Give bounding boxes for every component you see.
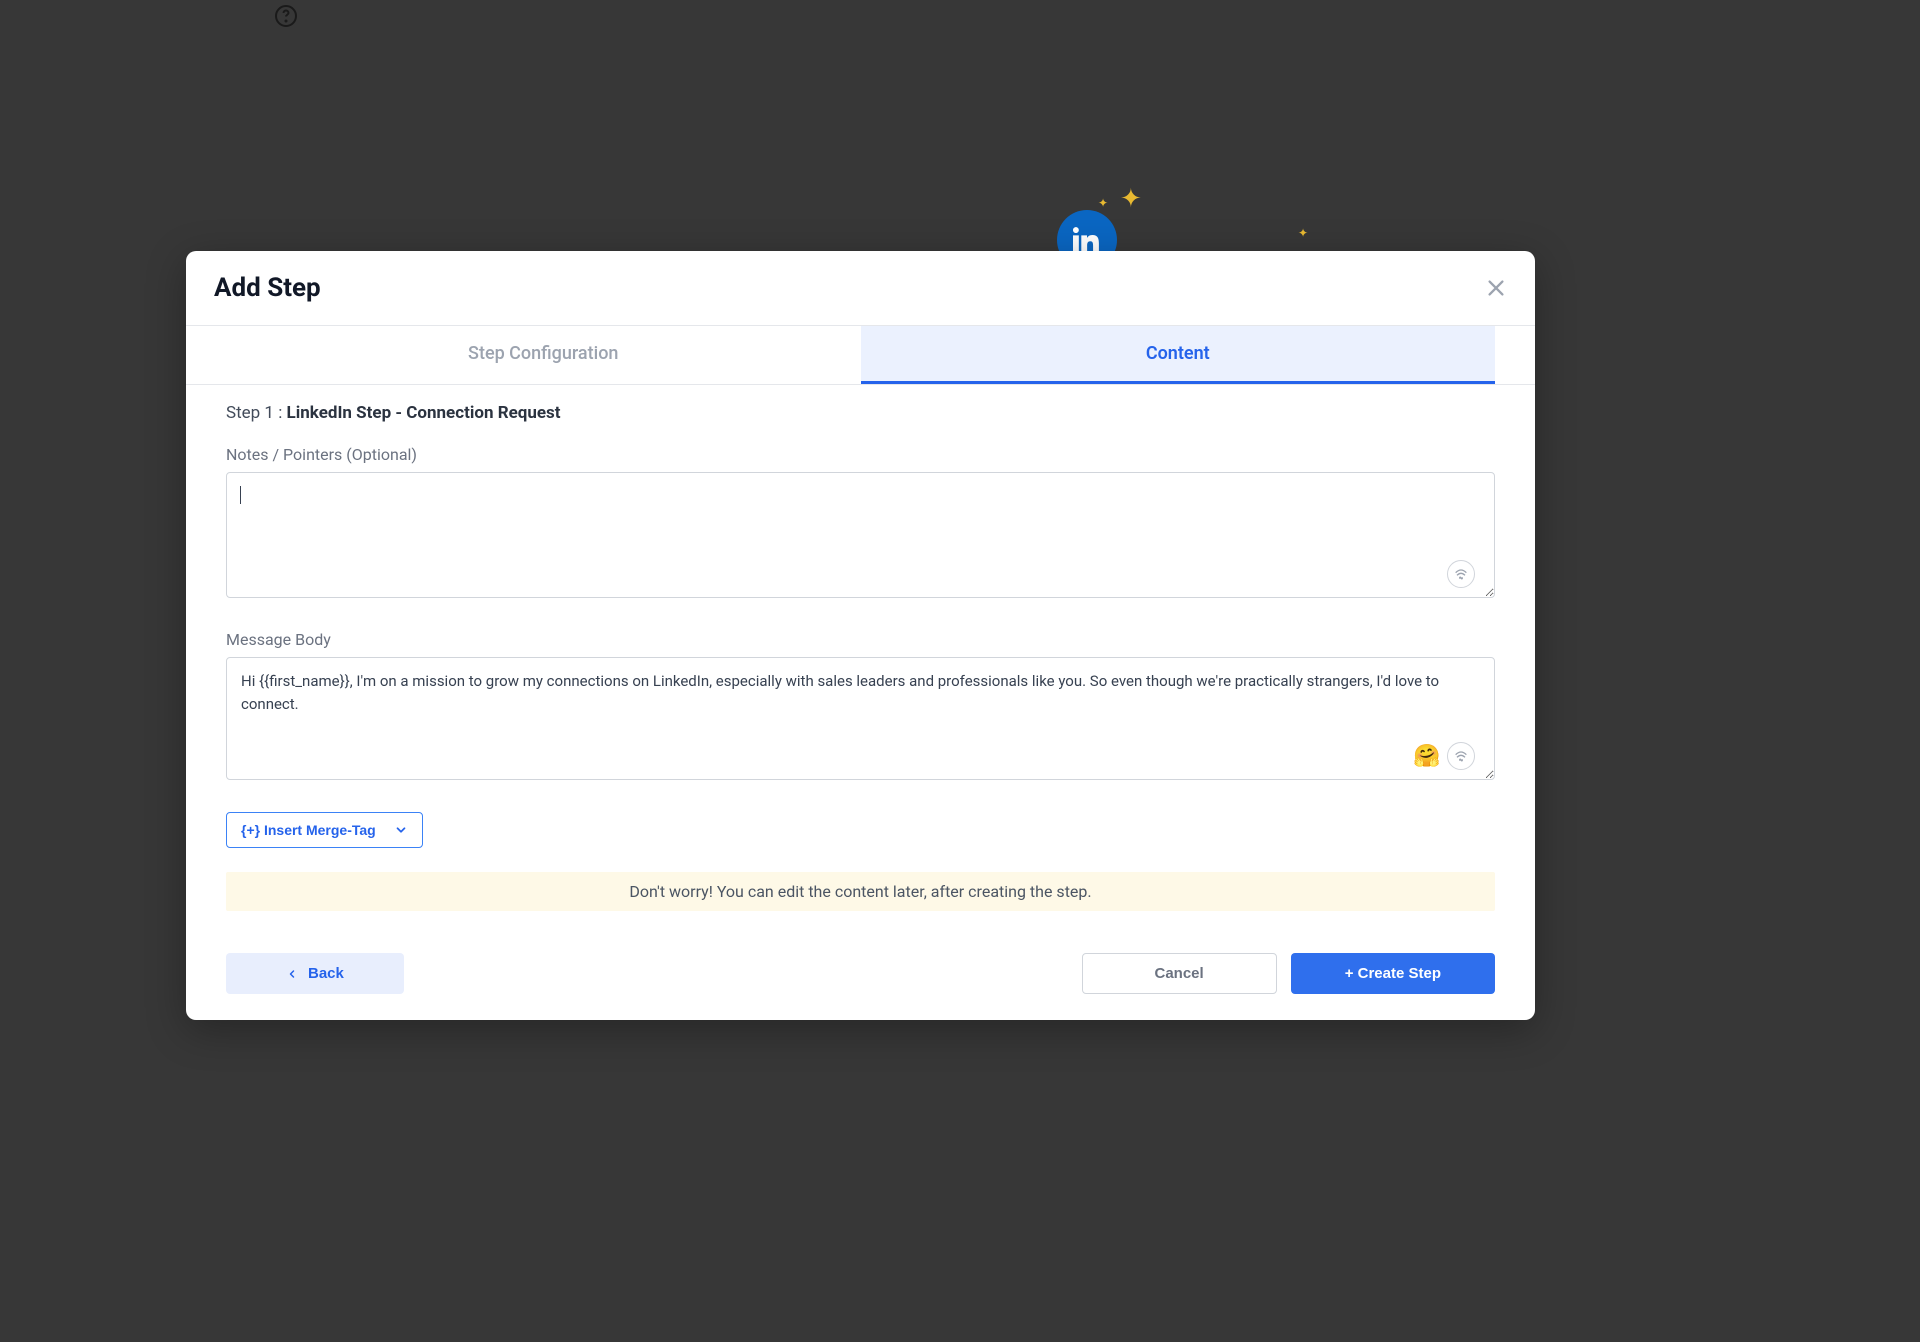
body-label: Message Body <box>226 630 1495 649</box>
modal-title: Add Step <box>214 273 321 303</box>
notes-field-wrapper <box>226 472 1495 602</box>
close-icon[interactable] <box>1485 277 1507 299</box>
merge-tag-label: {+} Insert Merge-Tag <box>241 822 376 838</box>
sparkle-icon: ✦ <box>1098 196 1108 210</box>
body-textarea[interactable] <box>226 657 1495 780</box>
grammar-icon[interactable] <box>1447 560 1475 588</box>
insert-merge-tag-button[interactable]: {+} Insert Merge-Tag <box>226 812 423 848</box>
chevron-left-icon <box>286 968 298 980</box>
notes-textarea[interactable] <box>226 472 1495 598</box>
step-label: Step 1 : LinkedIn Step - Connection Requ… <box>226 403 1495 423</box>
notes-label: Notes / Pointers (Optional) <box>226 445 1495 464</box>
tab-step-configuration[interactable]: Step Configuration <box>226 326 861 384</box>
modal-body: Step 1 : LinkedIn Step - Connection Requ… <box>186 385 1535 935</box>
body-field-wrapper: 🤗 <box>226 657 1495 784</box>
help-icon[interactable] <box>274 4 298 28</box>
modal-header: Add Step <box>186 251 1535 326</box>
sparkle-icon: ✦ <box>1120 184 1142 214</box>
chevron-down-icon <box>394 823 408 837</box>
add-step-modal: Add Step Step Configuration Content Step… <box>186 251 1535 1020</box>
top-bar <box>0 0 1920 50</box>
tabs: Step Configuration Content <box>186 326 1535 385</box>
grammar-icon[interactable] <box>1447 742 1475 770</box>
modal-footer: Back Cancel + Create Step <box>186 935 1535 1020</box>
footer-right: Cancel + Create Step <box>1082 953 1496 994</box>
tab-content[interactable]: Content <box>861 326 1496 384</box>
sparkle-icon: ✦ <box>1298 226 1308 240</box>
cancel-button[interactable]: Cancel <box>1082 953 1277 994</box>
emoji-icon[interactable]: 🤗 <box>1413 742 1441 770</box>
step-prefix: Step 1 : <box>226 403 287 423</box>
text-cursor <box>240 484 241 504</box>
back-button[interactable]: Back <box>226 953 404 994</box>
info-banner: Don't worry! You can edit the content la… <box>226 872 1495 911</box>
create-step-button[interactable]: + Create Step <box>1291 953 1495 994</box>
step-name: LinkedIn Step - Connection Request <box>287 403 561 423</box>
back-label: Back <box>308 965 344 982</box>
